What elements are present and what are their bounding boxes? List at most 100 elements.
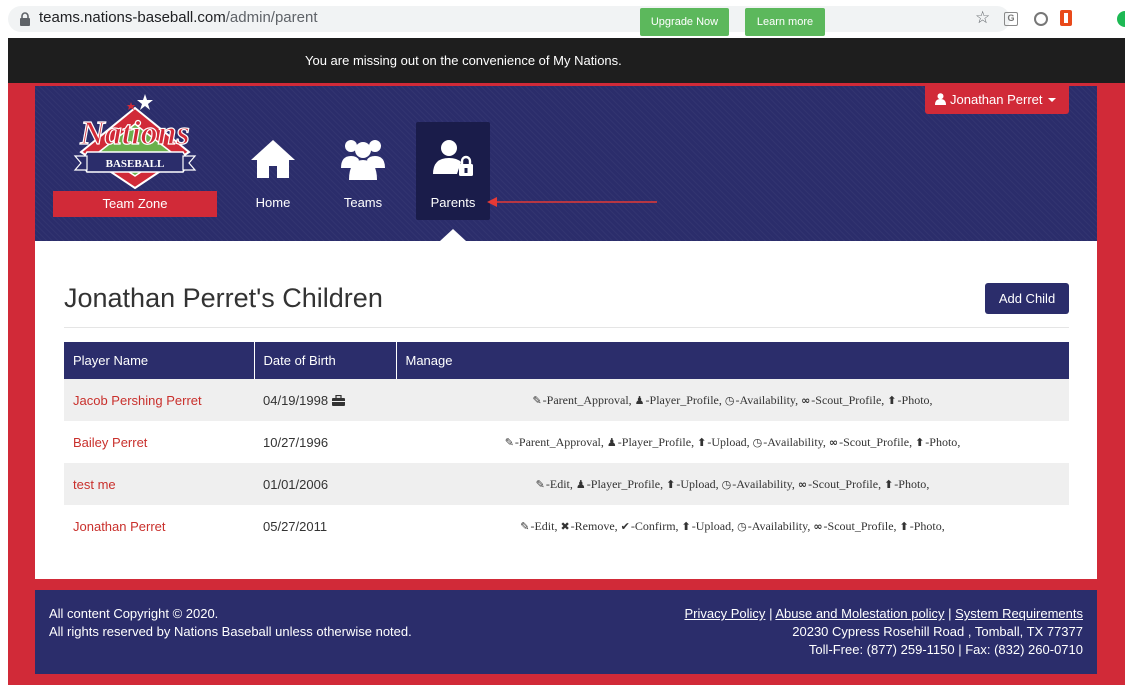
user-menu-button[interactable]: Jonathan Perret xyxy=(925,86,1069,114)
table-row: test me 01/01/2006 ✎-Edit, ♟-Player_Profil… xyxy=(64,463,1069,505)
edit-icon: ✎ xyxy=(535,477,545,491)
url-text[interactable]: teams.nations-baseball.com/admin/parent xyxy=(39,9,318,26)
bookmark-star-icon[interactable]: ☆ xyxy=(975,8,990,28)
check-icon: ✔ xyxy=(620,519,630,533)
action-label: Player_Profile xyxy=(621,434,692,449)
extension-circle-icon[interactable] xyxy=(1034,12,1048,26)
action-player-profile-link[interactable]: ♟-Player_Profile, xyxy=(635,393,722,407)
action-player-profile-link[interactable]: ♟-Player_Profile, xyxy=(607,435,694,449)
nav-item-parents[interactable]: Parents xyxy=(416,122,490,220)
page-title: Jonathan Perret's Children xyxy=(64,283,383,313)
action-parent-approval-link[interactable]: ✎-Parent_Approval, xyxy=(505,435,604,449)
privacy-policy-link[interactable]: Privacy Policy xyxy=(685,606,766,621)
nations-baseball-logo[interactable]: Nations BASEBALL xyxy=(53,90,218,190)
action-label: Upload xyxy=(680,476,716,491)
action-label: Photo xyxy=(898,476,927,491)
action-scout-profile-link[interactable]: ∞-Scout_Profile, xyxy=(801,393,884,407)
abuse-policy-link[interactable]: Abuse and Molestation policy xyxy=(775,606,944,621)
action-edit-link[interactable]: ✎-Edit, xyxy=(520,519,557,533)
teams-icon xyxy=(341,140,385,180)
children-table: Player Name Date of Birth Manage Jacob P… xyxy=(64,342,1069,547)
promo-text: You are missing out on the convenience o… xyxy=(305,53,622,68)
manage-cell: ✎-Edit, ♟-Player_Profile, ⬆-Upload, ◷-Av… xyxy=(396,463,1069,505)
player-name-link[interactable]: Jonathan Perret xyxy=(73,519,166,534)
edit-icon: ✎ xyxy=(532,393,542,407)
manage-cell: ✎-Edit, ✖-Remove, ✔-Confirm, ⬆-Upload, ◷… xyxy=(396,505,1069,547)
svg-text:BASEBALL: BASEBALL xyxy=(106,158,165,170)
edit-icon: ✎ xyxy=(520,519,530,533)
upload-icon: ⬆ xyxy=(884,477,894,491)
glasses-icon: ∞ xyxy=(828,435,839,449)
player-name-link[interactable]: test me xyxy=(73,477,116,492)
green-extension-icon[interactable] xyxy=(1117,11,1125,27)
action-label: Scout_Profile xyxy=(827,518,894,533)
glasses-icon: ∞ xyxy=(797,477,808,491)
action-upload-link[interactable]: ⬆-Upload, xyxy=(666,477,719,491)
table-row: Jonathan Perret 05/27/2011 ✎-Edit, ✖-Remov… xyxy=(64,505,1069,547)
site-footer: All content Copyright © 2020. All rights… xyxy=(35,590,1097,674)
system-requirements-link[interactable]: System Requirements xyxy=(955,606,1083,621)
action-player-profile-link[interactable]: ♟-Player_Profile, xyxy=(576,477,663,491)
action-label: Remove xyxy=(574,518,615,533)
action-parent-approval-link[interactable]: ✎-Parent_Approval, xyxy=(532,393,631,407)
title-divider xyxy=(64,327,1069,328)
action-photo-link[interactable]: ⬆-Photo, xyxy=(900,519,945,533)
chevron-down-icon xyxy=(1047,98,1056,102)
player-name-cell: Bailey Perret xyxy=(64,421,254,463)
footer-phone: Toll-Free: (877) 259-1150 | Fax: (832) 2… xyxy=(808,642,1083,657)
action-photo-link[interactable]: ⬆-Photo, xyxy=(915,435,960,449)
office-extension-icon[interactable] xyxy=(1060,10,1072,26)
footer-copyright: All content Copyright © 2020. All rights… xyxy=(49,605,412,641)
action-scout-profile-link[interactable]: ∞-Scout_Profile, xyxy=(798,477,881,491)
action-availability-link[interactable]: ◷-Availability, xyxy=(737,519,810,533)
date-of-birth-cell: 05/27/2011 xyxy=(254,505,396,547)
user-name: Jonathan Perret xyxy=(950,92,1043,107)
player-name-link[interactable]: Bailey Perret xyxy=(73,435,147,450)
action-upload-link[interactable]: ⬆-Upload, xyxy=(682,519,735,533)
action-label: Parent_Approval xyxy=(546,392,629,407)
user-icon: ♟ xyxy=(575,477,586,491)
parents-icon xyxy=(433,140,473,176)
column-header-manage: Manage xyxy=(396,342,1069,379)
upload-icon: ⬆ xyxy=(915,435,925,449)
clock-icon: ◷ xyxy=(721,477,732,491)
extension-g-icon[interactable]: G xyxy=(1004,12,1018,26)
action-photo-link[interactable]: ⬆-Photo, xyxy=(884,477,929,491)
action-scout-profile-link[interactable]: ∞-Scout_Profile, xyxy=(813,519,896,533)
column-header-date-of-birth: Date of Birth xyxy=(254,342,397,379)
learn-more-button[interactable]: Learn more xyxy=(745,8,825,36)
action-label: Confirm xyxy=(634,518,676,533)
action-availability-link[interactable]: ◷-Availability, xyxy=(753,435,826,449)
action-scout-profile-link[interactable]: ∞-Scout_Profile, xyxy=(829,435,912,449)
date-of-birth-cell: 10/27/1996 xyxy=(254,421,396,463)
nav-label-teams: Teams xyxy=(343,195,383,210)
nav-item-home[interactable]: Home xyxy=(236,122,310,220)
user-icon: ♟ xyxy=(606,435,617,449)
active-nav-caret xyxy=(440,229,466,241)
action-remove-link[interactable]: ✖-Remove, xyxy=(560,519,617,533)
add-child-button[interactable]: Add Child xyxy=(985,283,1069,314)
upload-icon: ⬆ xyxy=(899,519,909,533)
action-label: Availability xyxy=(751,518,808,533)
action-availability-link[interactable]: ◷-Availability, xyxy=(725,393,798,407)
action-label: Scout_Profile xyxy=(812,476,879,491)
footer-info: Privacy Policy | Abuse and Molestation p… xyxy=(685,605,1083,659)
action-edit-link[interactable]: ✎-Edit, xyxy=(536,477,573,491)
player-name-link[interactable]: Jacob Pershing Perret xyxy=(73,393,202,408)
action-photo-link[interactable]: ⬆-Photo, xyxy=(887,393,932,407)
promo-bar: You are missing out on the convenience o… xyxy=(8,38,1125,83)
user-icon xyxy=(935,93,946,105)
upgrade-now-button[interactable]: Upgrade Now xyxy=(640,8,729,36)
clock-icon: ◷ xyxy=(752,435,763,449)
clock-icon: ◷ xyxy=(724,393,735,407)
team-zone-label[interactable]: Team Zone xyxy=(53,191,217,217)
action-label: Photo xyxy=(901,392,930,407)
action-label: Upload xyxy=(711,434,747,449)
action-confirm-link[interactable]: ✔-Confirm, xyxy=(621,519,679,533)
manage-cell: ✎-Parent_Approval, ♟-Player_Profile, ⬆-U… xyxy=(396,421,1069,463)
action-availability-link[interactable]: ◷-Availability, xyxy=(722,477,795,491)
nav-label-parents: Parents xyxy=(430,195,476,210)
action-upload-link[interactable]: ⬆-Upload, xyxy=(697,435,750,449)
player-name-cell: Jacob Pershing Perret xyxy=(64,379,254,421)
nav-item-teams[interactable]: Teams xyxy=(326,122,400,220)
